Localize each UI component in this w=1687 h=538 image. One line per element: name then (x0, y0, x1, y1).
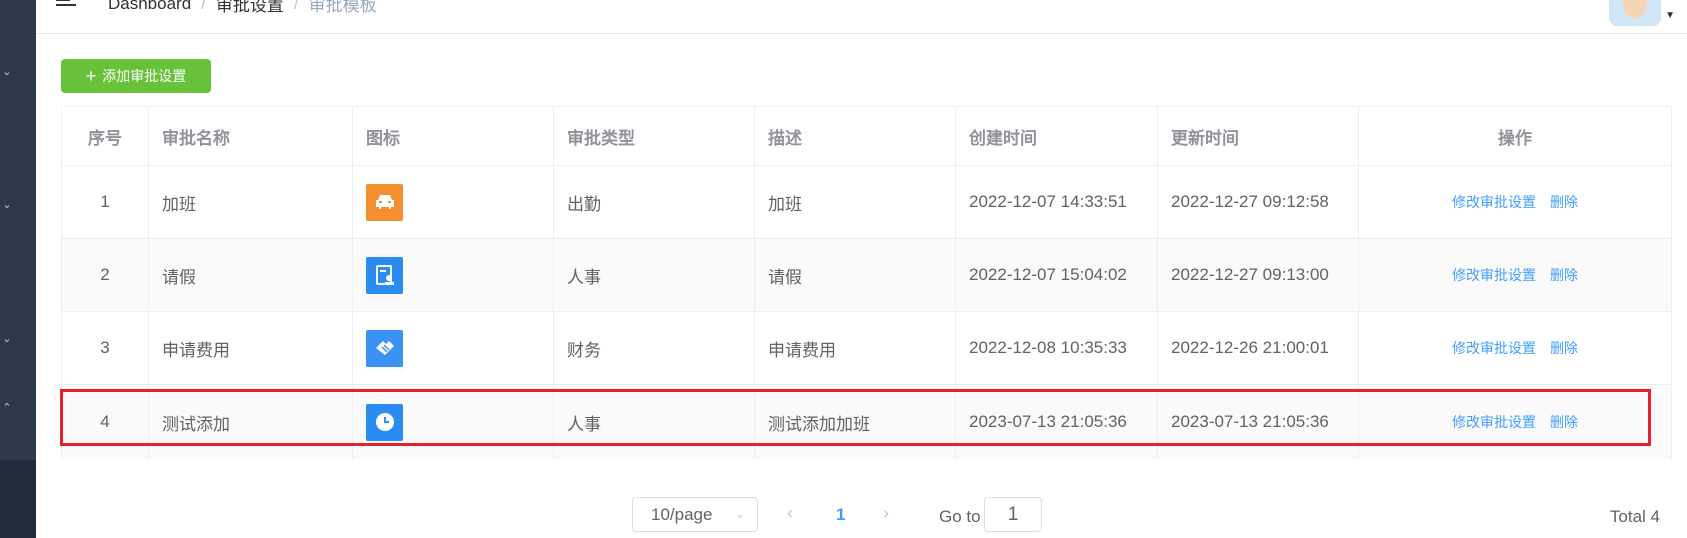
header-index: 序号 (62, 107, 149, 165)
delete-link[interactable]: 删除 (1550, 338, 1578, 358)
breadcrumb-separator: / (201, 0, 206, 13)
breadcrumb-current: 审批模板 (308, 0, 377, 15)
sidebar: ⌄ ⌄ ⌄ ⌃ (0, 0, 36, 538)
cell-actions: 修改审批设置 删除 (1359, 385, 1671, 459)
cell-updated: 2022-12-27 09:12:58 (1158, 166, 1359, 238)
cell-description: 加班 (755, 166, 956, 238)
cell-updated: 2022-12-27 09:13:00 (1158, 239, 1359, 311)
cell-icon (353, 239, 554, 311)
cell-name: 测试添加 (149, 385, 353, 459)
cell-actions: 修改审批设置 删除 (1359, 239, 1671, 311)
avatar-face (1623, 0, 1647, 18)
delete-link[interactable]: 删除 (1550, 192, 1578, 212)
header-created: 创建时间 (956, 107, 1158, 165)
table-row: 3 申请费用 财务 申请费用 2022-12-08 10:35:33 2022-… (62, 312, 1671, 385)
cell-actions: 修改审批设置 删除 (1359, 166, 1671, 238)
cell-updated: 2023-07-13 21:05:36 (1158, 385, 1359, 459)
cell-name: 加班 (149, 166, 353, 238)
cell-type: 出勤 (554, 166, 755, 238)
header-type: 审批类型 (554, 107, 755, 165)
cell-icon (353, 312, 554, 384)
cell-description: 申请费用 (755, 312, 956, 384)
total-count: Total 4 (1609, 507, 1660, 526)
cell-name: 请假 (149, 239, 353, 311)
hamburger-icon[interactable] (56, 0, 76, 8)
cell-type: 人事 (554, 385, 755, 459)
leave-form-icon (366, 256, 403, 294)
page-size-value: 10/page (651, 504, 713, 524)
edit-approval-link[interactable]: 修改审批设置 (1452, 412, 1536, 432)
breadcrumb-dashboard[interactable]: Dashboard (108, 0, 191, 14)
cell-description: 测试添加加班 (755, 385, 956, 459)
table-row: 4 测试添加 人事 测试添加加班 2023-07-13 21:05:36 202… (62, 385, 1671, 459)
table-row: 1 加班 出勤 加班 2022-12-07 14:33:51 2022-12-2… (62, 166, 1671, 239)
header-updated: 更新时间 (1158, 107, 1359, 165)
edit-approval-link[interactable]: 修改审批设置 (1452, 338, 1536, 358)
caret-down-icon[interactable]: ▼ (1665, 10, 1675, 21)
cell-index: 3 (62, 312, 149, 384)
cell-icon (353, 166, 554, 238)
chevron-up-icon[interactable]: ⌃ (0, 400, 14, 414)
approval-table: 序号 审批名称 图标 审批类型 描述 创建时间 更新时间 操作 1 加班 出勤 … (61, 106, 1672, 459)
header-icon: 图标 (353, 107, 554, 165)
cell-created: 2022-12-07 15:04:02 (956, 239, 1158, 311)
cell-updated: 2022-12-26 21:00:01 (1158, 312, 1359, 384)
cell-icon (353, 385, 554, 459)
page-size-select[interactable]: 10/page ⌄ (632, 497, 758, 532)
cell-type: 财务 (554, 312, 755, 384)
cell-actions: 修改审批设置 删除 (1359, 312, 1671, 384)
table-row: 2 请假 人事 请假 2022-12-07 15:04:02 2022-12-2… (62, 239, 1671, 312)
avatar[interactable] (1609, 0, 1661, 26)
cell-type: 人事 (554, 239, 755, 311)
breadcrumb-approval-settings[interactable]: 审批设置 (216, 0, 284, 16)
chevron-down-icon[interactable]: ⌄ (0, 64, 14, 78)
cell-index: 1 (62, 166, 149, 238)
plus-icon: + (85, 66, 97, 86)
cell-index: 2 (62, 239, 149, 311)
pagination: 10/page ⌄ ‹ 1 › Go to 1 Total 4 (0, 497, 1687, 533)
cell-description: 请假 (755, 239, 956, 311)
breadcrumb: Dashboard / 审批设置 / 审批模板 (108, 0, 377, 16)
car-icon (366, 183, 403, 221)
delete-link[interactable]: 删除 (1550, 412, 1578, 432)
chevron-down-icon[interactable]: ⌄ (0, 197, 14, 211)
cell-created: 2022-12-08 10:35:33 (956, 312, 1158, 384)
prev-page-icon[interactable]: ‹ (787, 503, 793, 524)
header-description: 描述 (755, 107, 956, 165)
table-header: 序号 审批名称 图标 审批类型 描述 创建时间 更新时间 操作 (62, 107, 1671, 166)
header-actions: 操作 (1498, 128, 1532, 148)
delete-link[interactable]: 删除 (1550, 265, 1578, 285)
goto-label: Go to (939, 507, 981, 526)
cell-name: 申请费用 (149, 312, 353, 384)
cell-created: 2022-12-07 14:33:51 (956, 166, 1158, 238)
edit-approval-link[interactable]: 修改审批设置 (1452, 192, 1536, 212)
cell-created: 2023-07-13 21:05:36 (956, 385, 1158, 459)
breadcrumb-separator: / (293, 0, 299, 13)
goto-page-input[interactable]: 1 (984, 497, 1042, 532)
chevron-down-icon[interactable]: ⌄ (0, 331, 14, 345)
cell-index: 4 (62, 385, 149, 459)
header-name: 审批名称 (149, 107, 353, 165)
page-number-current[interactable]: 1 (836, 505, 845, 525)
add-approval-label: 添加审批设置 (102, 68, 187, 84)
edit-approval-link[interactable]: 修改审批设置 (1452, 265, 1536, 285)
clock-icon (366, 403, 403, 441)
navbar: Dashboard / 审批设置 / 审批模板 ▼ (36, 0, 1687, 34)
handshake-icon (366, 329, 403, 367)
add-approval-button[interactable]: + 添加审批设置 (61, 59, 211, 93)
chevron-down-icon: ⌄ (734, 507, 745, 521)
next-page-icon[interactable]: › (883, 503, 889, 524)
